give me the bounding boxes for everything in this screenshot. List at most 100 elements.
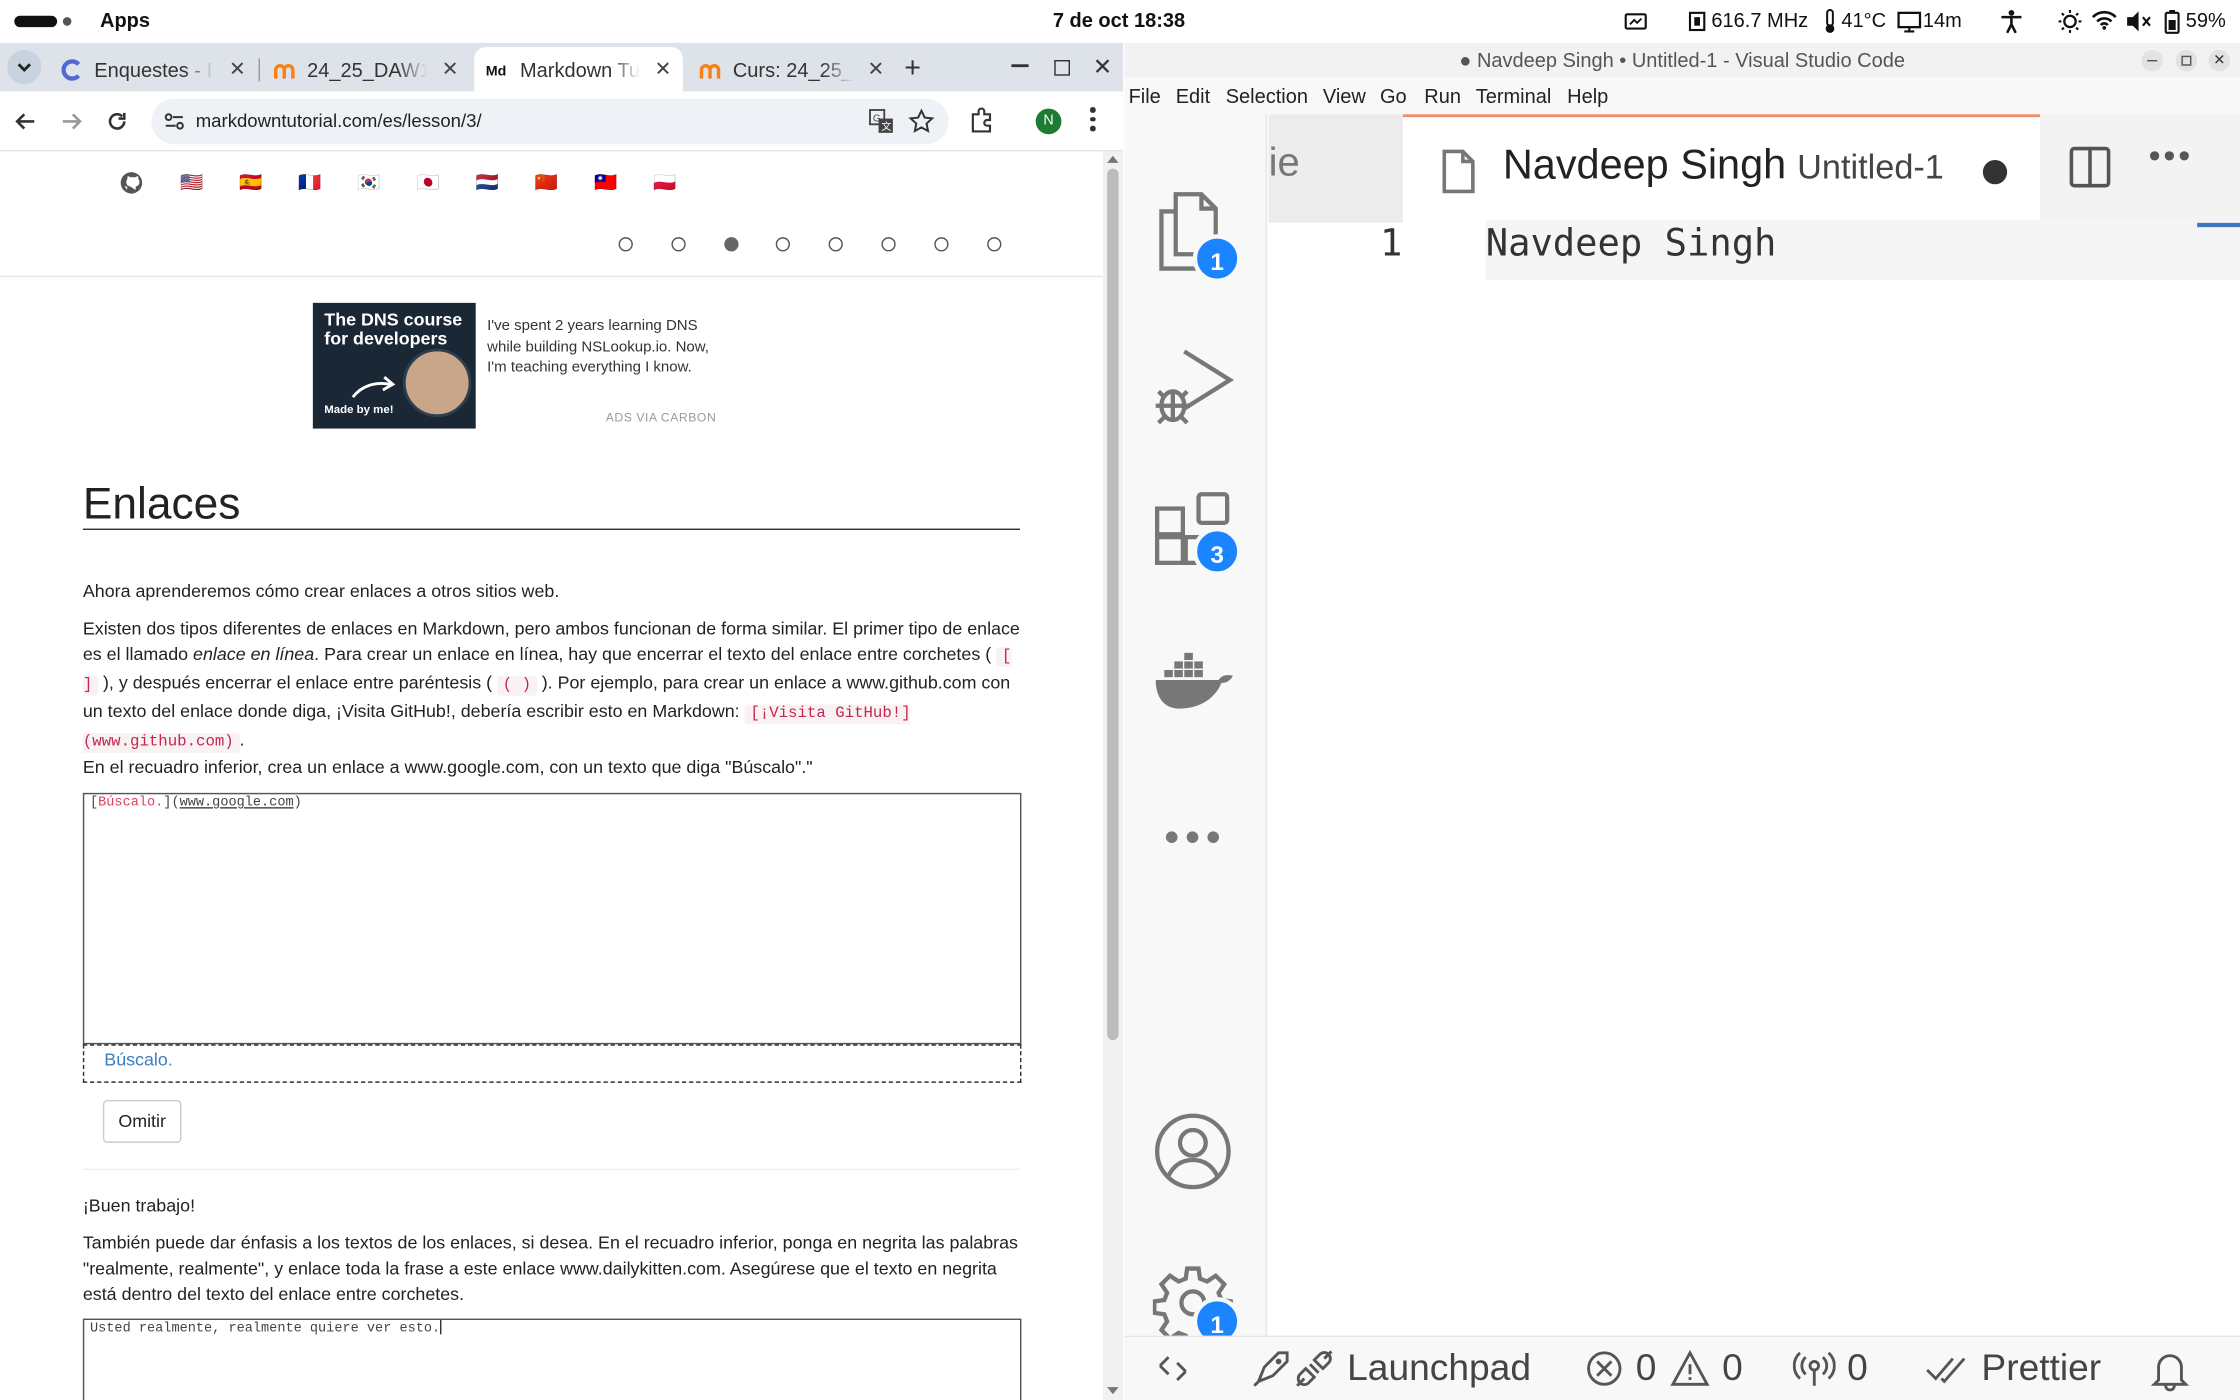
lesson-heading: Enlaces xyxy=(82,478,241,529)
scroll-up-arrow[interactable] xyxy=(1107,155,1119,163)
language-flag[interactable]: 🇹🇼 xyxy=(594,171,617,194)
workspace-indicator[interactable] xyxy=(14,15,58,28)
lesson-dot[interactable] xyxy=(671,237,686,252)
menu-go[interactable]: Go xyxy=(1380,84,1407,107)
more-views-button[interactable]: ••• xyxy=(1164,814,1226,863)
reload-icon[interactable] xyxy=(106,110,129,133)
language-flag[interactable]: 🇳🇱 xyxy=(476,171,499,194)
lesson-dot[interactable] xyxy=(618,237,633,252)
url-text[interactable]: markdowntutorial.com/es/lesson/3/ xyxy=(196,110,482,131)
text-run: . Para crear un enlace en línea, hay que… xyxy=(314,644,997,665)
menu-run[interactable]: Run xyxy=(1424,84,1461,107)
accessibility-icon[interactable] xyxy=(1999,9,2025,35)
error-count: 0 xyxy=(1635,1345,1657,1389)
language-flag[interactable]: 🇪🇸 xyxy=(239,171,262,194)
brightness-icon[interactable] xyxy=(2057,9,2083,35)
unsaved-dot-icon[interactable] xyxy=(1982,159,2008,185)
maximize-icon[interactable] xyxy=(1054,59,1070,76)
preview-link[interactable]: Búscalo. xyxy=(104,1050,173,1070)
menu-help[interactable]: Help xyxy=(1567,84,1608,107)
split-editor-icon[interactable] xyxy=(2069,146,2112,189)
bookmark-star-icon[interactable] xyxy=(908,108,935,135)
volume-muted-icon[interactable] xyxy=(2126,10,2152,33)
close-icon[interactable]: ✕ xyxy=(442,57,459,81)
lesson-dot[interactable] xyxy=(881,237,896,252)
tab-untitled-1[interactable]: Navdeep Singh Untitled-1 xyxy=(1402,114,2040,223)
lesson-dot[interactable] xyxy=(933,237,949,252)
skip-button[interactable]: Omitir xyxy=(102,1099,182,1143)
scroll-down-arrow[interactable] xyxy=(1107,1387,1119,1395)
battery-icon[interactable] xyxy=(2164,9,2180,34)
accounts-button[interactable] xyxy=(1153,1111,1233,1191)
md-link-text: Búscalo. xyxy=(98,794,164,810)
prettier-item[interactable]: Prettier xyxy=(1924,1346,2101,1390)
menu-view[interactable]: View xyxy=(1323,84,1366,107)
forward-icon[interactable] xyxy=(60,110,83,133)
emphasis-instruction-paragraph: También puede dar énfasis a los textos d… xyxy=(82,1232,1018,1305)
minimize-icon[interactable] xyxy=(2141,49,2163,72)
maximize-icon[interactable] xyxy=(2175,49,2198,72)
translate-icon[interactable]: G文 xyxy=(869,109,895,135)
notifications-button[interactable] xyxy=(2150,1349,2190,1392)
menu-file[interactable]: File xyxy=(1129,84,1161,107)
carbon-ad[interactable]: The DNS course for developers Made by me… xyxy=(312,302,742,429)
remote-indicator[interactable] xyxy=(1156,1351,1190,1385)
site-settings-icon[interactable] xyxy=(163,110,186,133)
language-flag[interactable]: 🇨🇳 xyxy=(535,171,558,194)
close-window-icon[interactable]: ✕ xyxy=(1093,53,1112,82)
clock[interactable]: 7 de oct 18:38 xyxy=(1053,9,1185,32)
close-icon[interactable]: ✕ xyxy=(655,57,672,81)
close-icon[interactable]: ✕ xyxy=(868,57,885,81)
menu-selection[interactable]: Selection xyxy=(1226,84,1308,107)
run-debug-button[interactable] xyxy=(1153,343,1236,429)
extensions-button[interactable]: 3 xyxy=(1153,491,1253,591)
back-icon[interactable] xyxy=(14,110,37,133)
markdown-editor-2[interactable]: Usted realmente, realmente quiere ver es… xyxy=(82,1318,1022,1400)
menu-terminal[interactable]: Terminal xyxy=(1476,84,1552,107)
close-icon[interactable]: ✕ xyxy=(229,57,246,81)
tab-daw[interactable]: 24_25_DAW1 ✕ xyxy=(261,47,470,91)
tab-search-button[interactable] xyxy=(7,49,42,85)
new-tab-button[interactable]: + xyxy=(904,53,921,86)
ad-via[interactable]: ADS VIA CARBON xyxy=(606,410,717,424)
problems-item[interactable]: 0 0 xyxy=(1584,1345,1743,1390)
github-icon[interactable] xyxy=(120,171,143,194)
warning-count: 0 xyxy=(1722,1345,1743,1389)
more-actions-icon[interactable]: ••• xyxy=(2149,137,2194,177)
good-job-text: ¡Buen trabajo! xyxy=(82,1195,196,1216)
language-flag[interactable]: 🇫🇷 xyxy=(298,171,321,194)
language-flag[interactable]: 🇺🇸 xyxy=(180,171,203,194)
profile-avatar[interactable]: N xyxy=(1035,108,1062,135)
tab-description: Untitled-1 xyxy=(1797,148,1944,188)
tab-curs[interactable]: Curs: 24_25_ ✕ xyxy=(687,47,896,91)
tab-markdown-tutorial[interactable]: Md Markdown Tuto ✕ xyxy=(474,47,683,92)
screen-time: 14m xyxy=(1922,8,1962,32)
apps-menu[interactable]: Apps xyxy=(100,9,150,32)
markdown-editor-1[interactable]: [Búscalo.](www.google.com) xyxy=(82,792,1022,1045)
menu-edit[interactable]: Edit xyxy=(1176,84,1210,107)
previous-tab[interactable]: ie xyxy=(1268,114,1403,223)
language-flag[interactable]: 🇰🇷 xyxy=(357,171,380,194)
ports-item[interactable]: 0 xyxy=(1792,1346,1868,1390)
language-flag[interactable]: 🇵🇱 xyxy=(653,171,676,194)
explorer-button[interactable]: 1 xyxy=(1150,186,1250,286)
ad-text[interactable]: I've spent 2 years learning DNS while bu… xyxy=(487,316,724,378)
kebab-menu-icon[interactable] xyxy=(1089,107,1096,136)
lesson-dot[interactable] xyxy=(828,237,844,252)
tab-enquestes[interactable]: Enquestes - In ✕ xyxy=(49,47,258,91)
lesson-dot[interactable] xyxy=(723,237,738,252)
language-flag[interactable]: 🇯🇵 xyxy=(417,171,440,194)
close-window-icon[interactable]: ✕ xyxy=(2208,49,2230,72)
wifi-icon[interactable] xyxy=(2091,10,2117,30)
scrollbar-thumb[interactable] xyxy=(1107,168,1119,1040)
launchpad-item[interactable]: Launchpad xyxy=(1250,1346,1531,1390)
ad-image[interactable]: The DNS course for developers Made by me… xyxy=(312,302,476,429)
minimize-icon[interactable] xyxy=(1011,64,1029,67)
docker-button[interactable] xyxy=(1153,650,1236,713)
page-scrollbar[interactable] xyxy=(1102,151,1123,1400)
editor-area[interactable]: 1 Navdeep Singh xyxy=(1268,219,2240,1336)
lesson-dot[interactable] xyxy=(776,237,791,252)
extensions-puzzle-icon[interactable] xyxy=(969,107,995,133)
address-bar[interactable]: markdowntutorial.com/es/lesson/3/ G文 xyxy=(151,98,949,145)
lesson-dot[interactable] xyxy=(986,237,1001,252)
